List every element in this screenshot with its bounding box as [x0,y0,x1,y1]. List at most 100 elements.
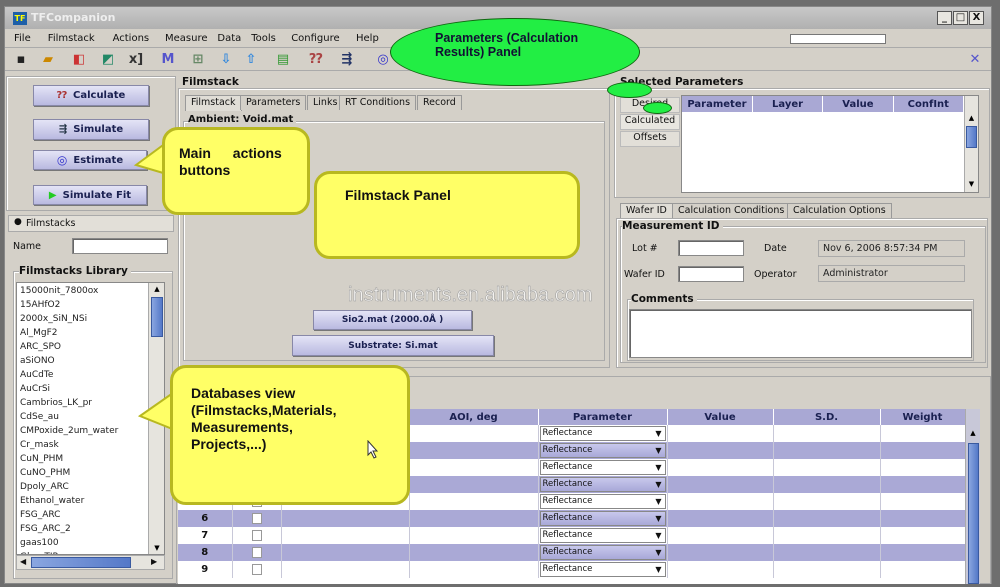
column-header[interactable]: Value [667,409,774,425]
estimate-icon[interactable]: ◎ [375,52,391,68]
list-item[interactable]: 15AHfO2 [17,298,164,312]
column-header[interactable]: Value [822,96,894,112]
minimize-button[interactable]: _ [937,11,952,25]
menu-actions[interactable]: Actions [113,33,150,44]
menu-configure[interactable]: Configure [291,33,339,44]
scroll-thumb[interactable] [966,126,977,148]
list-item[interactable]: aSiONO [17,354,164,368]
scroll-thumb[interactable] [968,443,979,584]
parameter-select[interactable]: Reflectance ▼ [539,528,666,543]
wafer-id-input[interactable] [678,266,744,282]
list-item[interactable]: 15000nit_7800ox [17,284,164,298]
scroll-left-icon[interactable]: ◀ [20,557,26,566]
calculate-icon[interactable]: ⁇ [308,52,324,68]
close-panel-icon[interactable]: ✕ [967,52,983,68]
scroll-thumb[interactable] [151,297,163,337]
save-icon[interactable]: ▪ [13,52,29,68]
list-item[interactable]: CuNO_PHM [17,466,164,480]
list-item[interactable]: 2000x_SiN_NSi [17,312,164,326]
scroll-down-icon[interactable]: ▼ [965,180,978,188]
weight-cell[interactable] [880,510,966,527]
row-checkbox[interactable] [251,547,262,558]
filmstacks-radio[interactable]: ● Filmstacks [8,215,174,232]
lot-input[interactable] [678,240,744,256]
list-item[interactable]: FSG_ARC_2 [17,522,164,536]
aoi-cell[interactable] [409,459,539,476]
weight-cell[interactable] [880,527,966,544]
menu-tools[interactable]: Tools [251,33,276,44]
sd-cell[interactable] [773,459,881,476]
spreadsheet-icon[interactable]: ▤ [275,52,291,68]
menu-data[interactable]: Data [217,33,241,44]
list-hscrollbar[interactable]: ◀ ▶ [16,555,165,570]
value-cell[interactable] [667,561,774,578]
aoi-cell[interactable] [409,561,539,578]
weight-cell[interactable] [880,442,966,459]
sd-cell[interactable] [773,510,881,527]
column-header[interactable]: Parameter [538,409,668,425]
simulate-icon[interactable]: ⇶ [339,52,355,68]
aoi-cell[interactable] [409,493,539,510]
weight-cell[interactable] [880,476,966,493]
value-cell[interactable] [667,425,774,442]
scroll-down-icon[interactable]: ▼ [149,544,164,552]
tab-wafer-id[interactable]: Wafer ID [620,203,673,219]
column-header[interactable]: S.D. [773,409,881,425]
tab-parameters[interactable]: Parameters [240,95,307,110]
scroll-up-icon[interactable]: ▲ [966,429,980,437]
column-header[interactable]: AOI, deg [409,409,539,425]
list-item[interactable]: ARC_SPO [17,340,164,354]
parameter-select[interactable]: Reflectance ▼ [539,477,666,492]
parameter-select[interactable]: Reflectance ▼ [539,494,666,509]
name-input[interactable] [72,238,168,254]
parameter-select[interactable]: Reflectance ▼ [539,545,666,560]
sd-cell[interactable] [773,561,881,578]
tab-filmstack[interactable]: Filmstack [185,95,242,111]
layer-button[interactable]: Sio2.mat (2000.0Å ) [313,310,472,330]
measurements-vscrollbar[interactable]: ▲ [965,409,980,584]
sd-cell[interactable] [773,493,881,510]
weight-cell[interactable] [880,493,966,510]
weight-cell[interactable] [880,459,966,476]
parameter-select[interactable]: Reflectance ▼ [539,460,666,475]
sd-cell[interactable] [773,442,881,459]
aoi-cell[interactable] [409,442,539,459]
sd-cell[interactable] [773,425,881,442]
parameter-select[interactable]: Reflectance ▼ [539,562,666,577]
aoi-cell[interactable] [409,425,539,442]
weight-cell[interactable] [880,561,966,578]
m-icon[interactable]: M [160,52,176,68]
scroll-right-icon[interactable]: ▶ [151,557,157,566]
aoi-cell[interactable] [409,510,539,527]
offsets-tab[interactable]: Offsets [620,131,680,147]
list-item[interactable]: Dpoly_ARC [17,480,164,494]
sd-cell[interactable] [773,476,881,493]
list-item[interactable]: Ethanol_water [17,494,164,508]
sd-cell[interactable] [773,527,881,544]
weight-cell[interactable] [880,425,966,442]
column-header[interactable]: Weight [880,409,966,425]
aoi-cell[interactable] [409,476,539,493]
weight-cell[interactable] [880,544,966,561]
row-checkbox[interactable] [251,513,262,524]
parameter-select[interactable]: Reflectance ▼ [539,426,666,441]
value-cell[interactable] [667,544,774,561]
parameter-select[interactable]: Reflectance ▼ [539,443,666,458]
menu-measure[interactable]: Measure [165,33,208,44]
document-icon[interactable]: ◧ [71,52,87,68]
arrow-up-icon[interactable]: ⇧ [243,52,259,68]
scroll-up-icon[interactable]: ▲ [965,114,978,122]
scroll-up-icon[interactable]: ▲ [149,285,164,293]
list-item[interactable]: CuN_PHM [17,452,164,466]
value-cell[interactable] [667,493,774,510]
hscroll-thumb[interactable] [31,557,131,568]
value-cell[interactable] [667,442,774,459]
xtl-icon[interactable]: x] [128,52,144,68]
aoi-cell[interactable] [409,544,539,561]
tab-rt-conditions[interactable]: RT Conditions [339,95,417,110]
row-checkbox[interactable] [251,564,262,575]
tab-links[interactable]: Links [307,95,344,110]
list-item[interactable]: Cr_mask [17,438,164,452]
materials-icon[interactable]: ◩ [100,52,116,68]
value-cell[interactable] [667,476,774,493]
